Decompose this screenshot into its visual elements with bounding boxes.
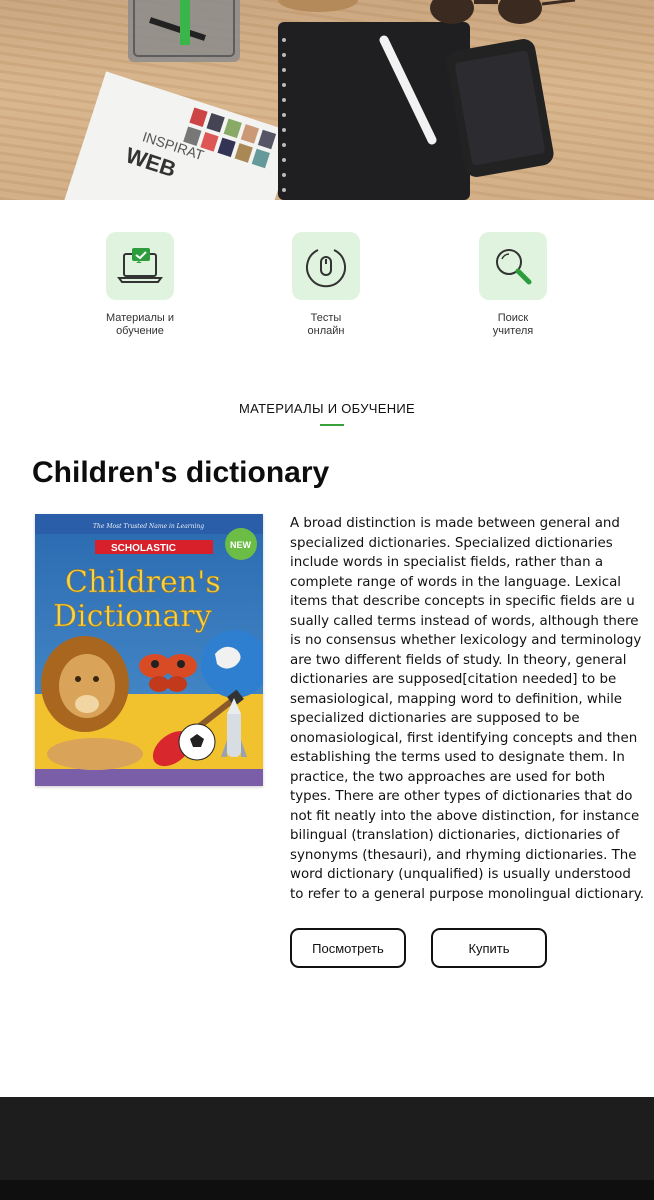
article-body: A broad distinction is made between gene… — [290, 516, 645, 902]
footer-bottom-bar — [0, 1180, 654, 1200]
feature-materials[interactable]: Материалы и обучение — [80, 232, 200, 338]
hero-image: INSPIRAT WEB — [0, 0, 654, 200]
book-new-badge: NEW — [230, 540, 252, 550]
book-tagline: The Most Trusted Name in Learning — [93, 523, 204, 530]
section-title: МАТЕРИАЛЫ И ОБУЧЕНИЕ — [238, 401, 415, 416]
view-button[interactable]: Посмотреть — [290, 928, 406, 968]
book-title-line2: Dictionary — [53, 599, 212, 634]
laptop-chat-icon — [106, 232, 174, 300]
feature-materials-label: Материалы и обучение — [105, 312, 175, 337]
book-title-line1: Children's — [65, 565, 221, 600]
feature-list: Материалы и обучение Тесты онлайн Поиск — [0, 232, 654, 342]
feature-tests-label: Тесты онлайн — [307, 312, 345, 337]
magnifier-icon — [479, 232, 547, 300]
article-title: Children's dictionary — [32, 456, 330, 489]
feature-tests[interactable]: Тесты онлайн — [266, 232, 386, 338]
mouse-icon — [292, 232, 360, 300]
section-underline — [320, 424, 344, 426]
feature-teacher-search[interactable]: Поиск учителя — [453, 232, 573, 338]
desk-photo: INSPIRAT WEB — [62, 0, 576, 200]
book-cover[interactable]: The Most Trusted Name in Learning SCHOLA… — [35, 514, 263, 786]
buy-button[interactable]: Купить — [431, 928, 547, 968]
book-publisher: SCHOLASTIC — [111, 543, 176, 554]
footer — [0, 1097, 654, 1180]
feature-teacher-search-label: Поиск учителя — [492, 312, 534, 337]
